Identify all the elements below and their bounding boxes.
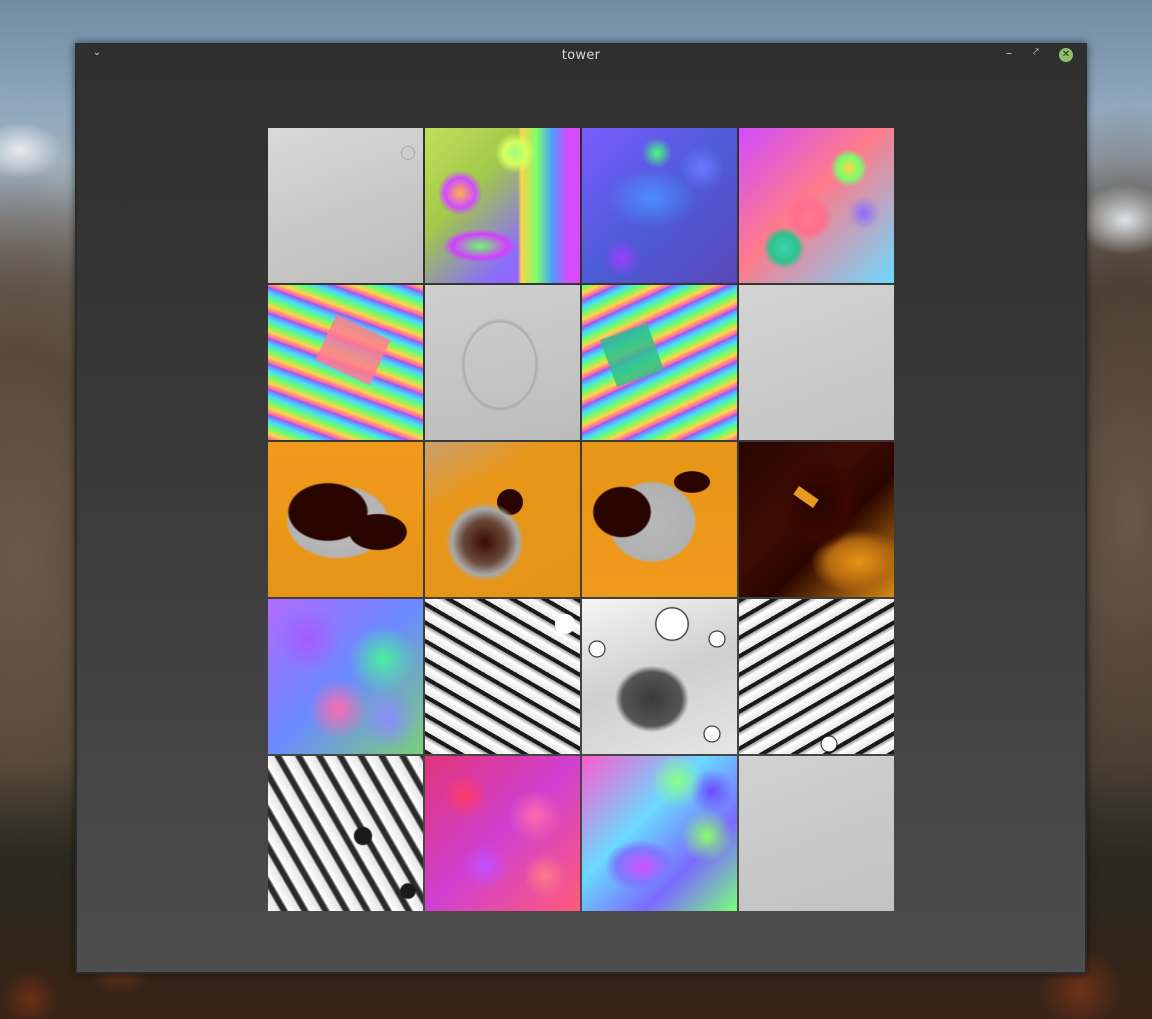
- texture-tile: [582, 756, 737, 911]
- texture-grid: [268, 128, 896, 913]
- texture-tile: [425, 442, 580, 597]
- minimize-icon[interactable]: –: [1003, 46, 1015, 60]
- texture-tile: [582, 442, 737, 597]
- wallpaper-mountain-right: [1085, 180, 1152, 300]
- wallpaper-mountain-left: [0, 110, 80, 230]
- texture-tile: [739, 128, 894, 283]
- texture-tile: [739, 285, 894, 440]
- texture-tile: [268, 756, 423, 911]
- close-icon[interactable]: ✕: [1059, 48, 1073, 62]
- texture-tile: [425, 285, 580, 440]
- window-title: tower: [561, 48, 601, 63]
- texture-tile: [582, 599, 737, 754]
- texture-tile: [268, 128, 423, 283]
- texture-tile: [268, 442, 423, 597]
- texture-tile: [268, 599, 423, 754]
- texture-tile: [582, 128, 737, 283]
- texture-tile: [268, 285, 423, 440]
- texture-tile: [739, 442, 894, 597]
- texture-tile: [582, 285, 737, 440]
- app-window: ⌄ tower – ⤤ ✕: [75, 43, 1087, 974]
- texture-tile: [739, 599, 894, 754]
- texture-tile: [425, 599, 580, 754]
- maximize-icon[interactable]: ⤤: [1030, 46, 1042, 60]
- texture-tile: [425, 756, 580, 911]
- canvas-area: [77, 67, 1085, 972]
- title-bar[interactable]: ⌄ tower – ⤤ ✕: [75, 43, 1087, 67]
- texture-tile: [739, 756, 894, 911]
- texture-tile: [425, 128, 580, 283]
